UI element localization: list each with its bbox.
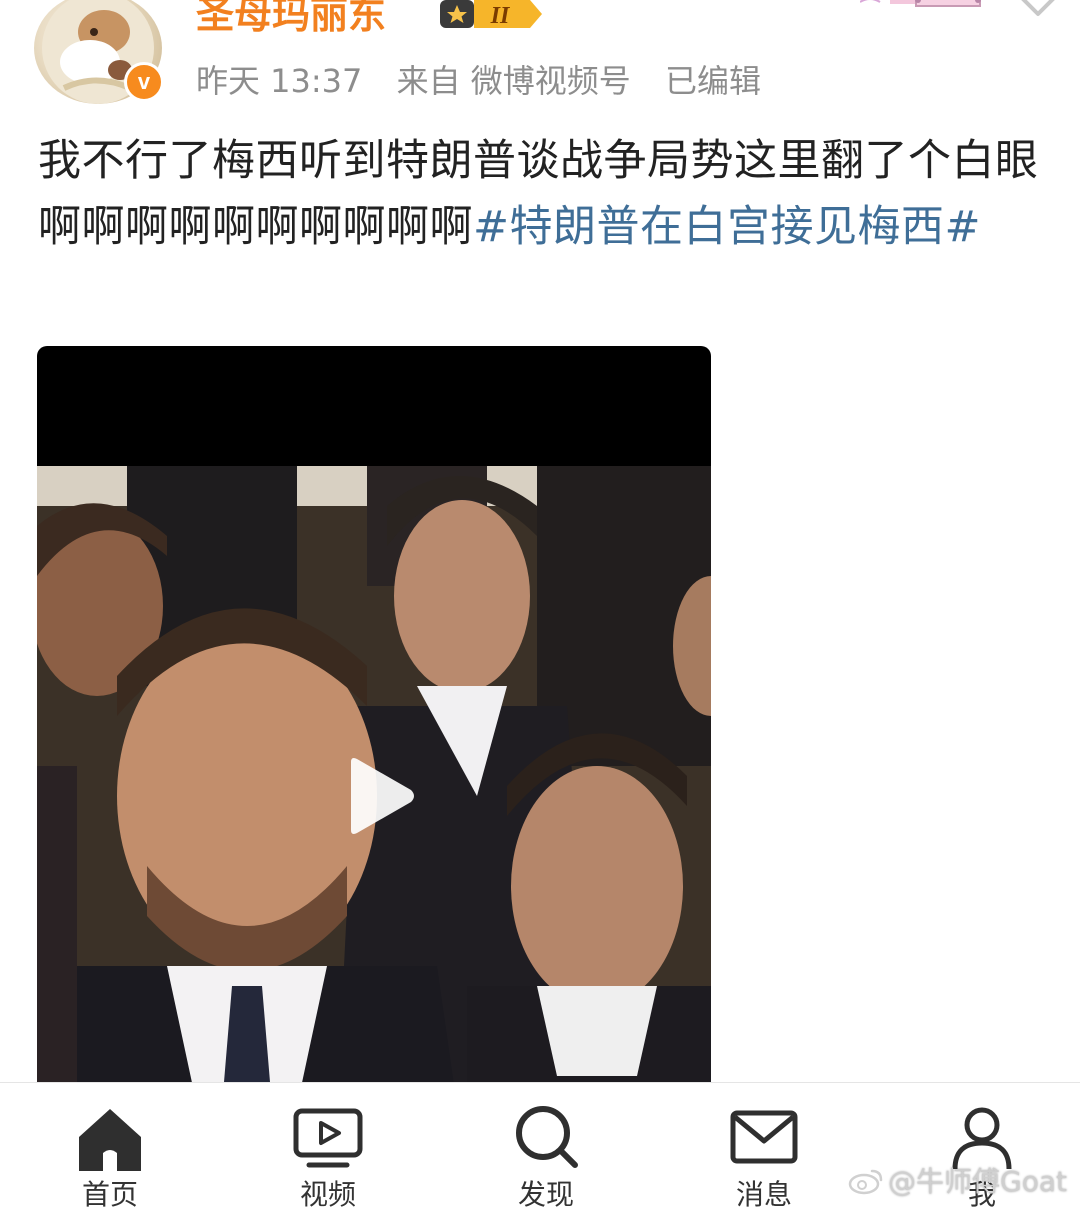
tab-home-label: 首页 — [81, 1178, 138, 1211]
level-badge: II — [438, 0, 548, 32]
tab-discover-label: 发现 — [517, 1178, 574, 1211]
message-icon — [729, 1105, 799, 1171]
post-source[interactable]: 来自 微博视频号 — [397, 62, 631, 100]
username[interactable]: 圣母玛丽东 — [196, 0, 386, 39]
tab-home[interactable]: 首页 — [40, 1083, 180, 1211]
play-icon — [351, 758, 414, 834]
chevron-down-icon[interactable] — [1014, 0, 1062, 26]
post-text: 我不行了梅西听到特朗普谈战争局势这里翻了个白眼啊啊啊啊啊啊啊啊啊啊#特朗普在白宫… — [38, 128, 1058, 260]
verified-badge: v — [124, 62, 164, 102]
tab-messages[interactable]: 消息 — [694, 1083, 834, 1211]
post-meta: 昨天 13:37 来自 微博视频号 已编辑 — [196, 56, 785, 102]
play-button[interactable] — [343, 756, 417, 836]
post-time: 昨天 13:37 — [196, 62, 363, 100]
video-icon — [293, 1105, 363, 1171]
hashtag-link[interactable]: #特朗普在白宫接见梅西# — [473, 202, 981, 252]
tab-video[interactable]: 视频 — [258, 1083, 398, 1211]
tab-messages-label: 消息 — [735, 1178, 792, 1211]
home-icon — [75, 1105, 145, 1171]
tab-discover[interactable]: 发现 — [476, 1083, 616, 1211]
weibo-logo-icon — [848, 1167, 884, 1195]
video-player[interactable] — [37, 346, 711, 1106]
level-badge-label: II — [490, 3, 511, 29]
tab-video-label: 视频 — [299, 1178, 356, 1211]
search-icon — [511, 1105, 581, 1171]
edited-label[interactable]: 已编辑 — [665, 62, 761, 100]
watermark-text: @牛师傅Goat — [888, 1165, 1067, 1198]
header-decoration — [860, 0, 1010, 14]
watermark: @牛师傅Goat — [848, 1160, 1067, 1200]
